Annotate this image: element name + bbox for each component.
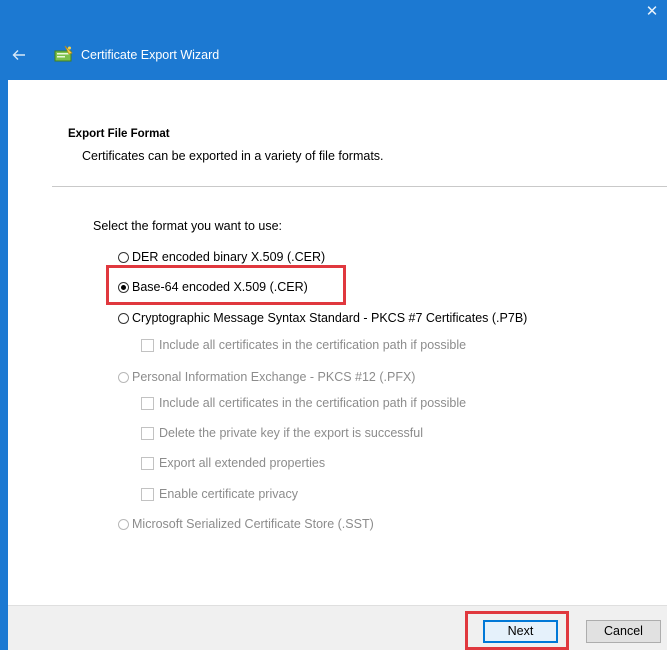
checkbox-pfx-include-path[interactable]: Include all certificates in the certific… bbox=[141, 394, 466, 412]
radio-label: Microsoft Serialized Certificate Store (… bbox=[132, 517, 374, 531]
certificate-wizard-icon bbox=[54, 45, 74, 63]
radio-label: DER encoded binary X.509 (.CER) bbox=[132, 250, 326, 264]
radio-label: Base-64 encoded X.509 (.CER) bbox=[132, 280, 308, 294]
checkbox-label: Delete the private key if the export is … bbox=[159, 426, 424, 440]
radio-option-pkcs7[interactable]: Cryptographic Message Syntax Standard - … bbox=[118, 309, 527, 327]
header-divider bbox=[52, 186, 667, 187]
checkbox-label: Include all certificates in the certific… bbox=[159, 338, 467, 352]
radio-option-der[interactable]: DER encoded binary X.509 (.CER) bbox=[118, 248, 325, 266]
radio-button[interactable] bbox=[118, 518, 129, 530]
radio-label: Personal Information Exchange - PKCS #12… bbox=[132, 370, 416, 384]
radio-button[interactable] bbox=[118, 371, 129, 383]
checkbox-label: Export all extended properties bbox=[159, 456, 326, 470]
checkbox[interactable] bbox=[141, 487, 154, 501]
checkbox[interactable] bbox=[141, 396, 154, 410]
certificate-export-wizard-window: ✕ Certificate Export Wizard Export File … bbox=[0, 0, 667, 650]
cancel-button[interactable]: Cancel bbox=[586, 620, 661, 643]
radio-label: Cryptographic Message Syntax Standard - … bbox=[132, 311, 528, 325]
checkbox-export-extended-properties[interactable]: Export all extended properties bbox=[141, 454, 325, 472]
checkbox[interactable] bbox=[141, 426, 154, 440]
wizard-footer: Next Cancel bbox=[8, 605, 667, 650]
checkbox[interactable] bbox=[141, 338, 154, 352]
checkbox-delete-private-key[interactable]: Delete the private key if the export is … bbox=[141, 424, 423, 442]
wizard-title: Certificate Export Wizard bbox=[81, 48, 220, 62]
format-prompt-label: Select the format you want to use: bbox=[93, 219, 282, 233]
radio-option-base64[interactable]: Base-64 encoded X.509 (.CER) bbox=[118, 278, 308, 296]
close-icon[interactable]: ✕ bbox=[641, 0, 663, 24]
section-description: Certificates can be exported in a variet… bbox=[82, 149, 384, 163]
left-window-border bbox=[0, 80, 8, 650]
title-bar: ✕ Certificate Export Wizard bbox=[0, 0, 667, 80]
checkbox-p7b-include-path[interactable]: Include all certificates in the certific… bbox=[141, 336, 466, 354]
checkbox-enable-certificate-privacy[interactable]: Enable certificate privacy bbox=[141, 485, 298, 503]
section-title: Export File Format bbox=[68, 128, 170, 140]
checkbox-label: Enable certificate privacy bbox=[159, 487, 298, 501]
checkbox[interactable] bbox=[141, 456, 154, 470]
next-button[interactable]: Next bbox=[483, 620, 558, 643]
radio-button-selected[interactable] bbox=[118, 281, 129, 293]
radio-button[interactable] bbox=[118, 312, 129, 324]
radio-button[interactable] bbox=[118, 251, 129, 263]
back-arrow-icon[interactable] bbox=[10, 46, 28, 64]
radio-option-sst[interactable]: Microsoft Serialized Certificate Store (… bbox=[118, 515, 374, 533]
checkbox-label: Include all certificates in the certific… bbox=[159, 396, 467, 410]
radio-option-pfx[interactable]: Personal Information Exchange - PKCS #12… bbox=[118, 368, 415, 386]
